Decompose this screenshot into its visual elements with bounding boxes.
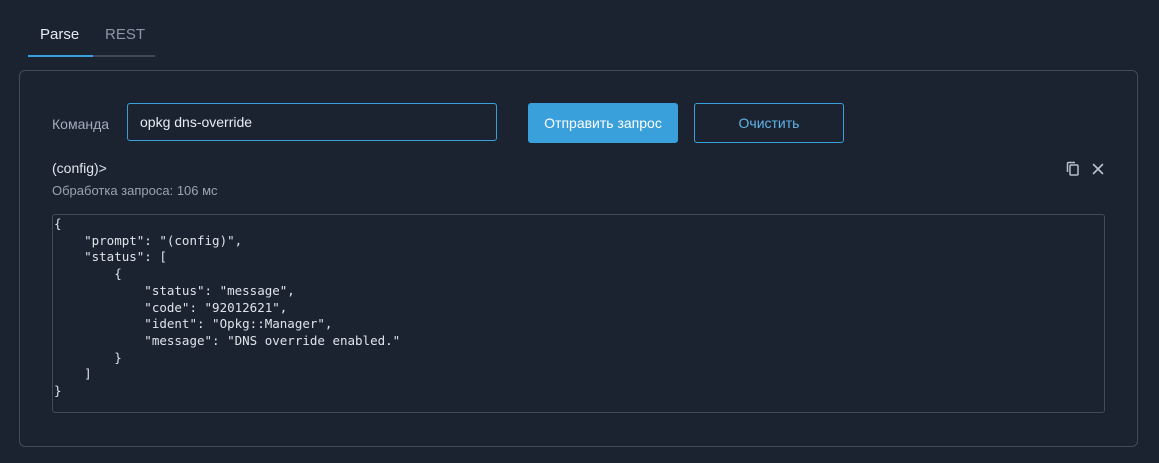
response-output[interactable]: { "prompt": "(config)", "status": [ { "s… (52, 214, 1105, 413)
processing-time: Обработка запроса: 106 мс (52, 183, 218, 198)
copy-icon[interactable] (1064, 160, 1082, 178)
clear-button[interactable]: Очистить (694, 103, 844, 143)
tab-rest[interactable]: REST (105, 26, 145, 43)
response-prompt: (config)> (52, 160, 107, 176)
close-icon[interactable] (1089, 160, 1107, 178)
command-label: Команда (52, 116, 110, 132)
tab-bar: Parse REST (28, 18, 155, 57)
response-json: { "prompt": "(config)", "status": [ { "s… (54, 216, 401, 399)
request-panel: Команда Отправить запрос Очистить (confi… (19, 70, 1138, 447)
command-input[interactable] (127, 103, 497, 141)
active-tab-indicator (28, 55, 93, 57)
tab-parse[interactable]: Parse (40, 26, 79, 43)
send-request-button[interactable]: Отправить запрос (528, 103, 678, 143)
